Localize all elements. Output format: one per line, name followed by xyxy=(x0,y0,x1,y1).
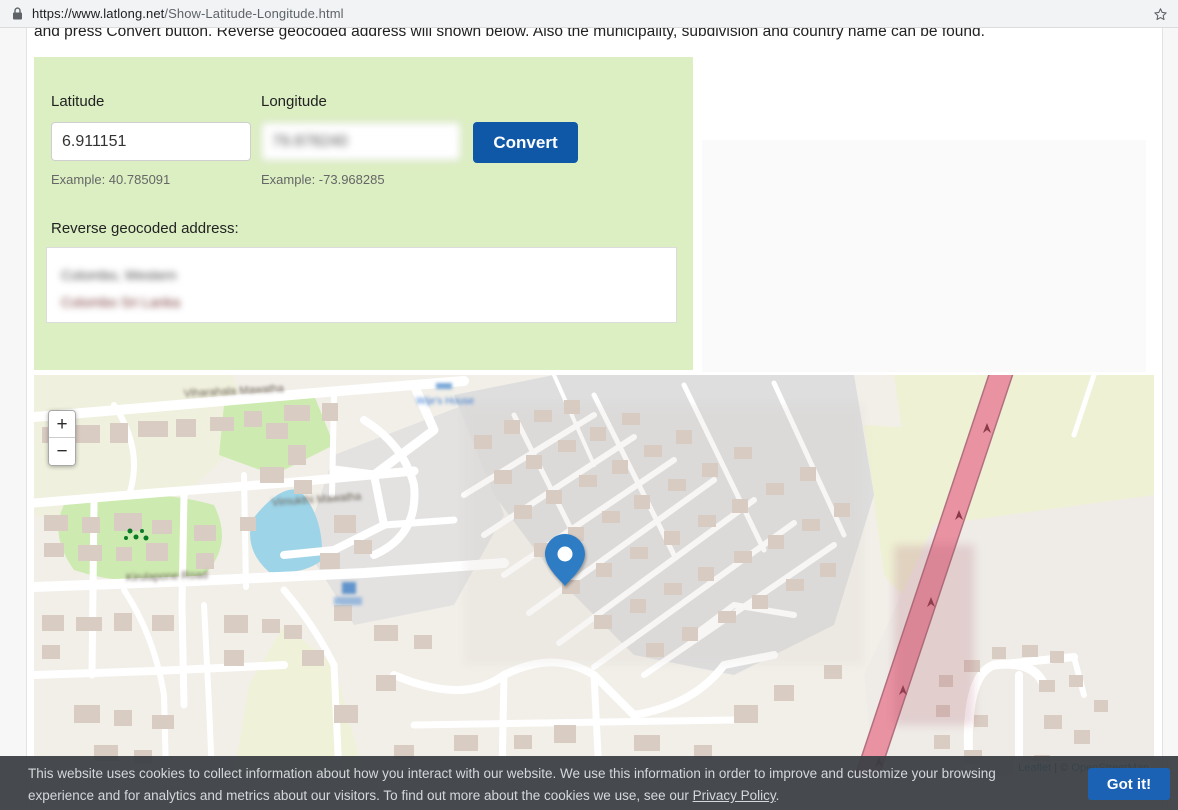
converter-panel: Latitude Longitude Convert Example: 40.7… xyxy=(34,57,693,370)
longitude-input[interactable] xyxy=(261,122,461,161)
cookie-consent-text: This website uses cookies to collect inf… xyxy=(28,763,1048,807)
page-right-gutter xyxy=(1162,28,1178,810)
cookie-line-2a: experience and for analytics and metrics… xyxy=(28,788,693,803)
url-domain: https://www.latlong.net xyxy=(32,6,165,21)
longitude-label: Longitude xyxy=(261,93,327,110)
browser-address-bar: https://www.latlong.net/Show-Latitude-Lo… xyxy=(0,0,1178,28)
map-container[interactable]: Viharahala Mawatha Vimukthi Mawatha Kiru… xyxy=(34,375,1154,775)
address-line-2: Colombo Sri Lanka xyxy=(61,294,181,310)
zoom-in-button[interactable]: + xyxy=(49,411,75,438)
latitude-example: Example: 40.785091 xyxy=(51,172,171,187)
longitude-example: Example: -73.968285 xyxy=(261,172,385,187)
ad-placeholder-panel xyxy=(702,60,1146,372)
zoom-out-button[interactable]: − xyxy=(49,438,75,465)
intro-paragraph: and press Convert button. Reverse geocod… xyxy=(34,28,985,40)
page-left-gutter xyxy=(0,28,27,810)
cookie-consent-banner: This website uses cookies to collect inf… xyxy=(0,756,1178,810)
cookie-line-1: This website uses cookies to collect inf… xyxy=(28,766,996,781)
map-canvas: Viharahala Mawatha Vimukthi Mawatha Kiru… xyxy=(34,375,1154,775)
page-content: and press Convert button. Reverse geocod… xyxy=(0,28,1178,810)
privacy-policy-link[interactable]: Privacy Policy xyxy=(693,788,776,803)
reverse-geocoded-address-box: Colombo, Western Colombo Sri Lanka xyxy=(46,247,677,323)
reverse-geocoded-label: Reverse geocoded address: xyxy=(51,220,239,237)
ad-placeholder-top xyxy=(702,60,1146,140)
star-icon[interactable] xyxy=(1150,4,1170,24)
lock-icon xyxy=(6,7,28,20)
address-line-1: Colombo, Western xyxy=(61,267,177,283)
url-text[interactable]: https://www.latlong.net/Show-Latitude-Lo… xyxy=(32,6,344,21)
svg-text:Wije's House: Wije's House xyxy=(416,396,474,407)
map-zoom-controls[interactable]: + − xyxy=(48,410,76,466)
convert-button[interactable]: Convert xyxy=(473,122,578,163)
latitude-input[interactable] xyxy=(51,122,251,161)
latitude-label: Latitude xyxy=(51,93,105,110)
cookie-line-2b: . xyxy=(775,788,780,803)
cookie-accept-button[interactable]: Got it! xyxy=(1088,768,1170,800)
url-path: /Show-Latitude-Longitude.html xyxy=(164,6,344,21)
